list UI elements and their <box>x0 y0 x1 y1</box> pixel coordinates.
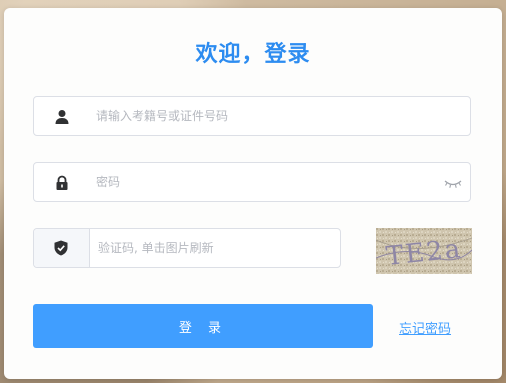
id-number-input[interactable] <box>96 97 416 135</box>
id-number-field[interactable] <box>33 96 471 136</box>
password-input[interactable] <box>96 163 416 201</box>
eye-closed-icon[interactable] <box>444 177 462 189</box>
shield-icon <box>54 240 68 256</box>
login-button[interactable]: 登 录 <box>33 304 373 348</box>
captcha-input[interactable] <box>98 229 328 267</box>
captcha-prefix <box>34 229 90 267</box>
lock-icon <box>56 175 68 190</box>
user-icon <box>55 110 69 124</box>
captcha-image[interactable]: TE2a <box>376 228 472 274</box>
login-card: 欢迎，登录 请输入考籍号或证件号码 验证码, 单击图片刷新 TE2a 登 录 忘… <box>4 8 502 379</box>
password-field[interactable] <box>33 162 471 202</box>
login-title: 欢迎，登录 <box>195 42 311 67</box>
forgot-password-link[interactable]: 忘记密码 <box>399 318 451 337</box>
captcha-field[interactable] <box>33 228 341 268</box>
